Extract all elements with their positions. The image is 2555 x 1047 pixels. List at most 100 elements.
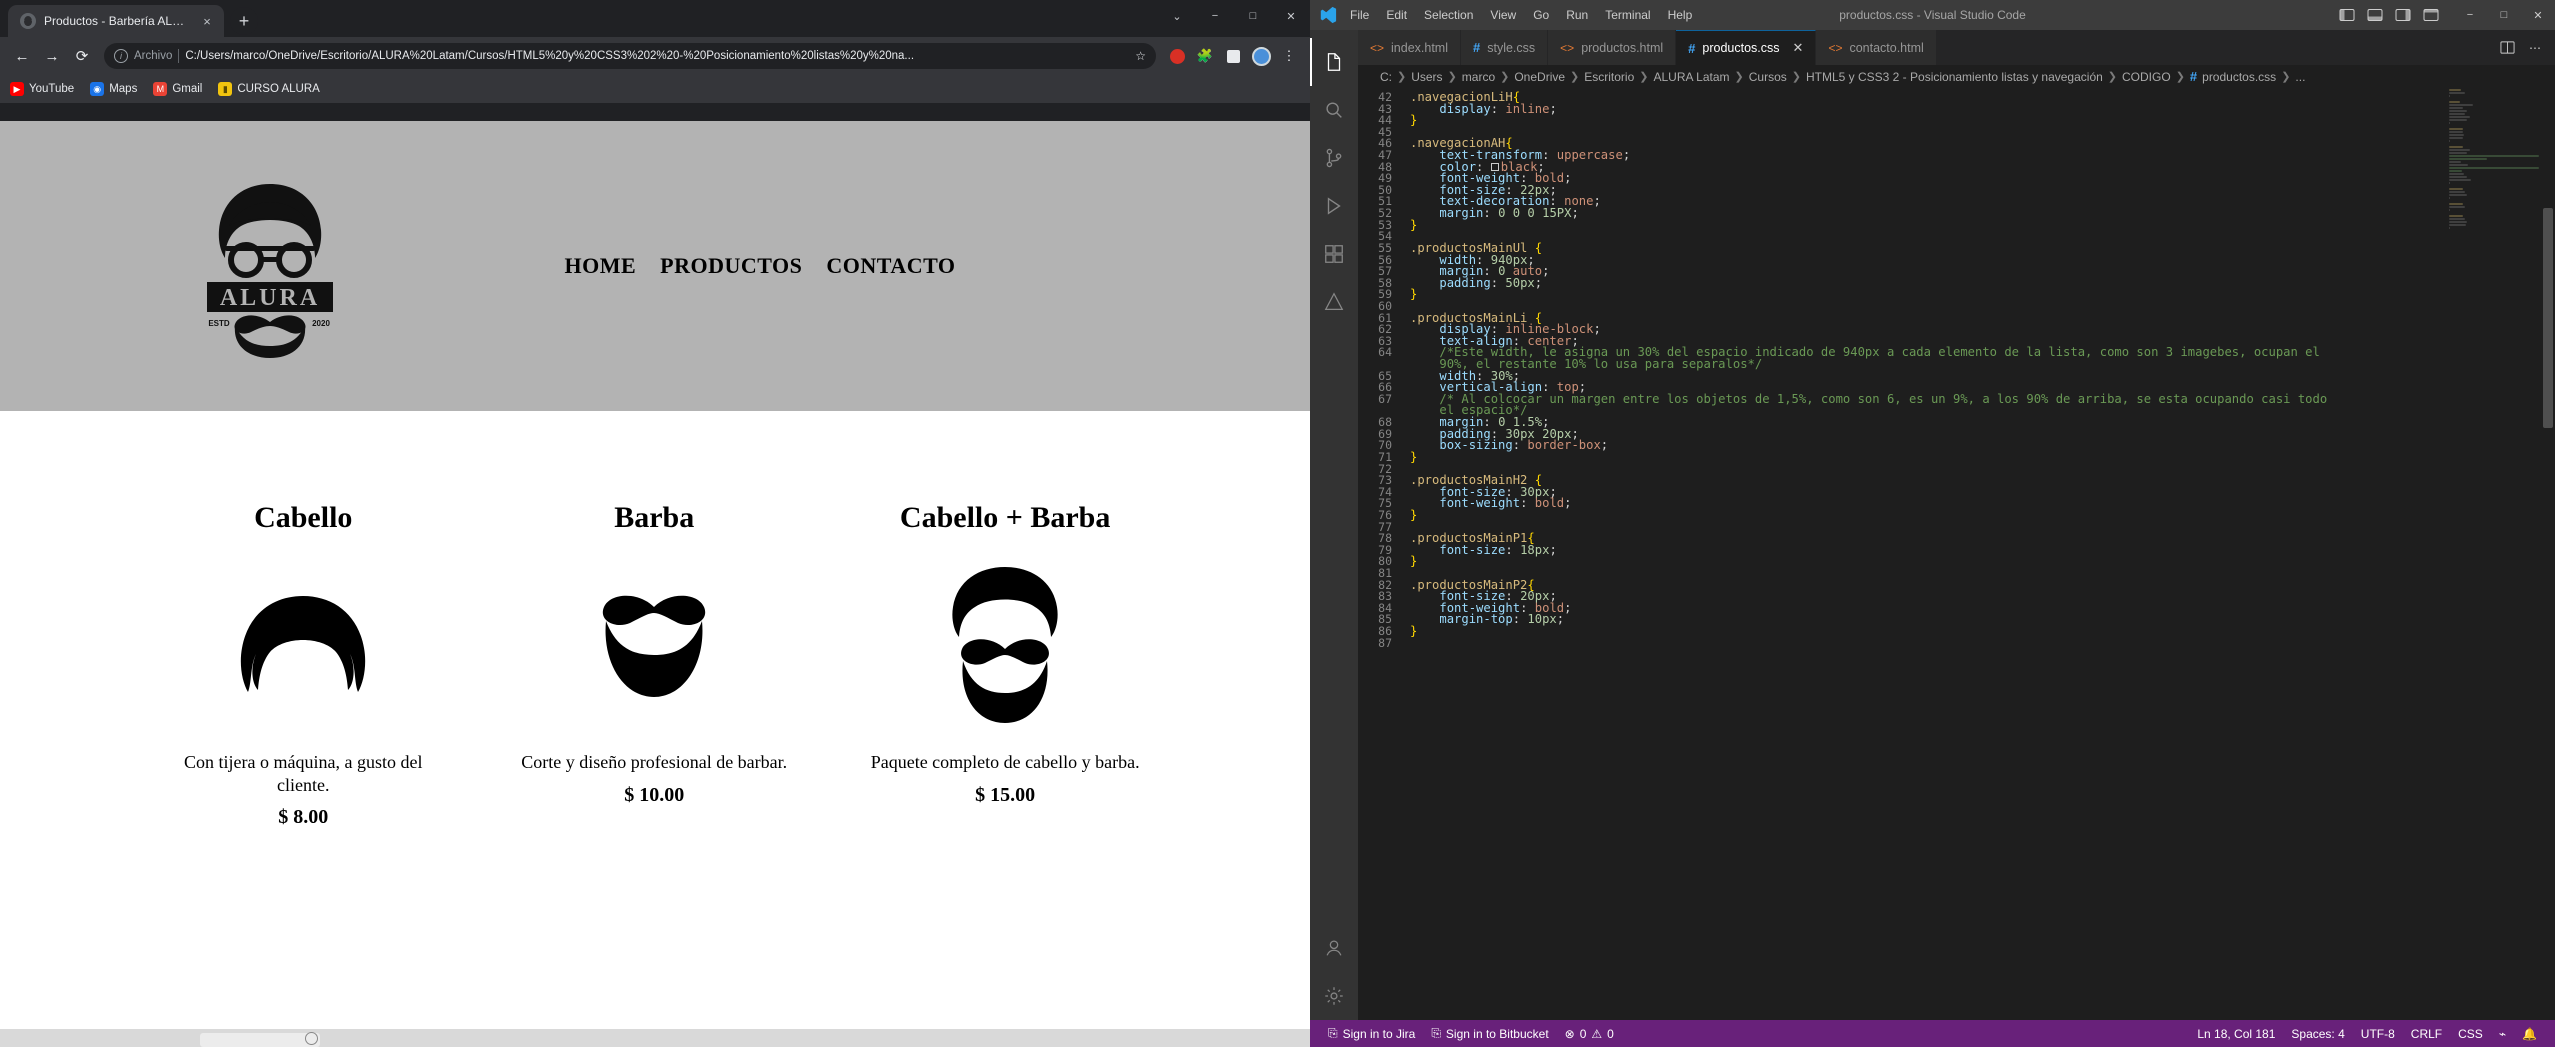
customize-layout-icon[interactable] [2423,7,2439,23]
code-text[interactable]: } [1410,219,1417,232]
close-button[interactable]: ✕ [1272,0,1310,32]
status-jira[interactable]: ⎘ Sign in to Jira [1320,1020,1423,1047]
menu-selection[interactable]: Selection [1422,6,1475,24]
menu-file[interactable]: File [1348,6,1371,24]
code-lines-container[interactable]: 42 .navegacionLiH{43 display: inline; 44} 4… [1358,88,2555,649]
bookmark-item-youtube[interactable]: ▶ YouTube [10,82,74,96]
profile-avatar[interactable] [1248,43,1274,69]
code-line[interactable]: 59} [1358,288,2555,301]
breadcrumb-item-file[interactable]: productos.css [2202,70,2276,84]
nav-link-contacto[interactable]: CONTACTO [826,253,955,279]
code-line[interactable]: 67 /* Al colcocar un margen entre los ob… [1358,393,2555,406]
minimize-button[interactable]: − [1196,0,1234,32]
code-line[interactable]: 45 [1358,126,2555,139]
run-debug-icon[interactable] [1310,182,1358,230]
breadcrumb-item[interactable]: ALURA Latam [1653,70,1729,84]
accounts-icon[interactable] [1310,924,1358,972]
code-text[interactable]: margin-top: 10px; [1410,613,1564,626]
code-text[interactable]: } [1410,451,1417,464]
code-line[interactable]: 86} [1358,625,2555,638]
menu-help[interactable]: Help [1666,6,1695,24]
code-line[interactable]: 79 font-size: 18px; [1358,544,2555,557]
status-bitbucket[interactable]: ⎘ Sign in to Bitbucket [1423,1020,1556,1047]
browser-tab[interactable]: Productos - Barbería ALURA × [8,5,224,37]
code-text[interactable]: } [1410,114,1417,127]
menu-edit[interactable]: Edit [1384,6,1409,24]
code-text[interactable]: } [1410,555,1417,568]
extension-puzzle-icon[interactable]: 🧩 [1192,43,1218,69]
editor-tab-index-html[interactable]: <> index.html [1358,30,1461,65]
more-actions-icon[interactable]: ⋯ [2529,41,2541,55]
status-indentation[interactable]: Spaces: 4 [2283,1020,2352,1047]
extensions-icon[interactable] [1310,230,1358,278]
code-line[interactable]: 76} [1358,509,2555,522]
forward-button[interactable]: → [38,42,66,70]
code-line[interactable]: 80} [1358,555,2555,568]
vscode-minimize-button[interactable]: − [2453,0,2487,30]
code-text[interactable]: font-weight: bold; [1410,497,1571,510]
editor-scrollbar[interactable] [2541,88,2555,1020]
code-text[interactable]: padding: 50px; [1410,277,1542,290]
toggle-panel-icon[interactable] [2367,7,2383,23]
extension-square-icon[interactable] [1220,43,1246,69]
menu-terminal[interactable]: Terminal [1603,6,1652,24]
code-editor[interactable]: 42 .navegacionLiH{43 display: inline; 44} 4… [1358,88,2555,1020]
code-line[interactable]: 44} [1358,114,2555,127]
editor-tab-style-css[interactable]: # style.css [1461,30,1549,65]
feedback-icon[interactable]: ⌁ [2491,1020,2514,1047]
code-text[interactable]: font-size: 18px; [1410,544,1556,557]
chevron-down-icon[interactable]: ⌄ [1158,0,1196,32]
split-editor-icon[interactable] [2500,40,2515,55]
breadcrumb-item[interactable]: marco [1462,70,1495,84]
close-icon[interactable]: ✕ [1793,40,1804,56]
menu-go[interactable]: Go [1531,6,1551,24]
nav-link-productos[interactable]: PRODUCTOS [660,253,802,279]
back-button[interactable]: ← [8,42,36,70]
scrollbar-thumb[interactable] [2543,208,2553,428]
code-text[interactable]: box-sizing: border-box; [1410,439,1608,452]
taskbar-item[interactable] [200,1033,320,1047]
editor-tab-productos-css[interactable]: # productos.css ✕ [1676,30,1817,65]
toggle-secondary-sidebar-icon[interactable] [2395,7,2411,23]
address-bar[interactable]: i Archivo C:/Users/marco/OneDrive/Escrit… [104,43,1156,69]
minimap[interactable] [2449,88,2541,1020]
editor-tab-productos-html[interactable]: <> productos.html [1548,30,1677,65]
code-line[interactable]: 77 [1358,521,2555,534]
code-line[interactable]: 70 box-sizing: border-box; [1358,439,2555,452]
breadcrumb-item[interactable]: Escritorio [1584,70,1634,84]
close-icon[interactable]: × [198,12,216,30]
code-line[interactable]: 71} [1358,451,2555,464]
explorer-icon[interactable] [1310,38,1358,86]
reload-button[interactable]: ⟳ [68,42,96,70]
menu-kebab-icon[interactable]: ⋮ [1276,43,1302,69]
code-line[interactable]: 53} [1358,219,2555,232]
status-problems[interactable]: ⊗ 0 ⚠ 0 [1557,1020,1622,1047]
code-text[interactable]: display: inline; [1410,103,1556,116]
code-line[interactable]: 81 [1358,567,2555,580]
bookmark-item-gmail[interactable]: M Gmail [153,82,202,96]
breadcrumb-item[interactable]: HTML5 y CSS3 2 - Posicionamiento listas … [1806,70,2103,84]
status-eol[interactable]: CRLF [2403,1020,2450,1047]
code-line[interactable]: 87 [1358,637,2555,650]
vscode-close-button[interactable]: ✕ [2521,0,2555,30]
editor-tab-contacto-html[interactable]: <> contacto.html [1816,30,1937,65]
code-text[interactable]: } [1410,625,1417,638]
status-cursor-position[interactable]: Ln 18, Col 181 [2189,1020,2283,1047]
bell-icon[interactable]: 🔔 [2514,1020,2545,1047]
bookmark-star-icon[interactable]: ☆ [1135,49,1146,63]
code-text[interactable]: /* Al colcocar un margen entre los objet… [1410,393,2327,406]
code-text[interactable]: margin: 0 0 0 15PX; [1410,207,1578,220]
code-line[interactable]: 43 display: inline; [1358,103,2555,116]
breadcrumb-item[interactable]: Users [1411,70,1442,84]
bookmark-item-curso-alura[interactable]: ▮ CURSO ALURA [218,82,320,96]
code-line[interactable]: 52 margin: 0 0 0 15PX; [1358,207,2555,220]
nav-link-home[interactable]: HOME [565,253,637,279]
code-line[interactable]: 55 .productosMainUl { [1358,242,2555,255]
code-text[interactable]: } [1410,288,1417,301]
source-control-icon[interactable] [1310,134,1358,182]
code-line[interactable]: 85 margin-top: 10px; [1358,613,2555,626]
status-language-mode[interactable]: CSS [2450,1020,2491,1047]
toggle-primary-sidebar-icon[interactable] [2339,7,2355,23]
breadcrumb-item[interactable]: C: [1380,70,1392,84]
breadcrumb-item[interactable]: Cursos [1749,70,1787,84]
